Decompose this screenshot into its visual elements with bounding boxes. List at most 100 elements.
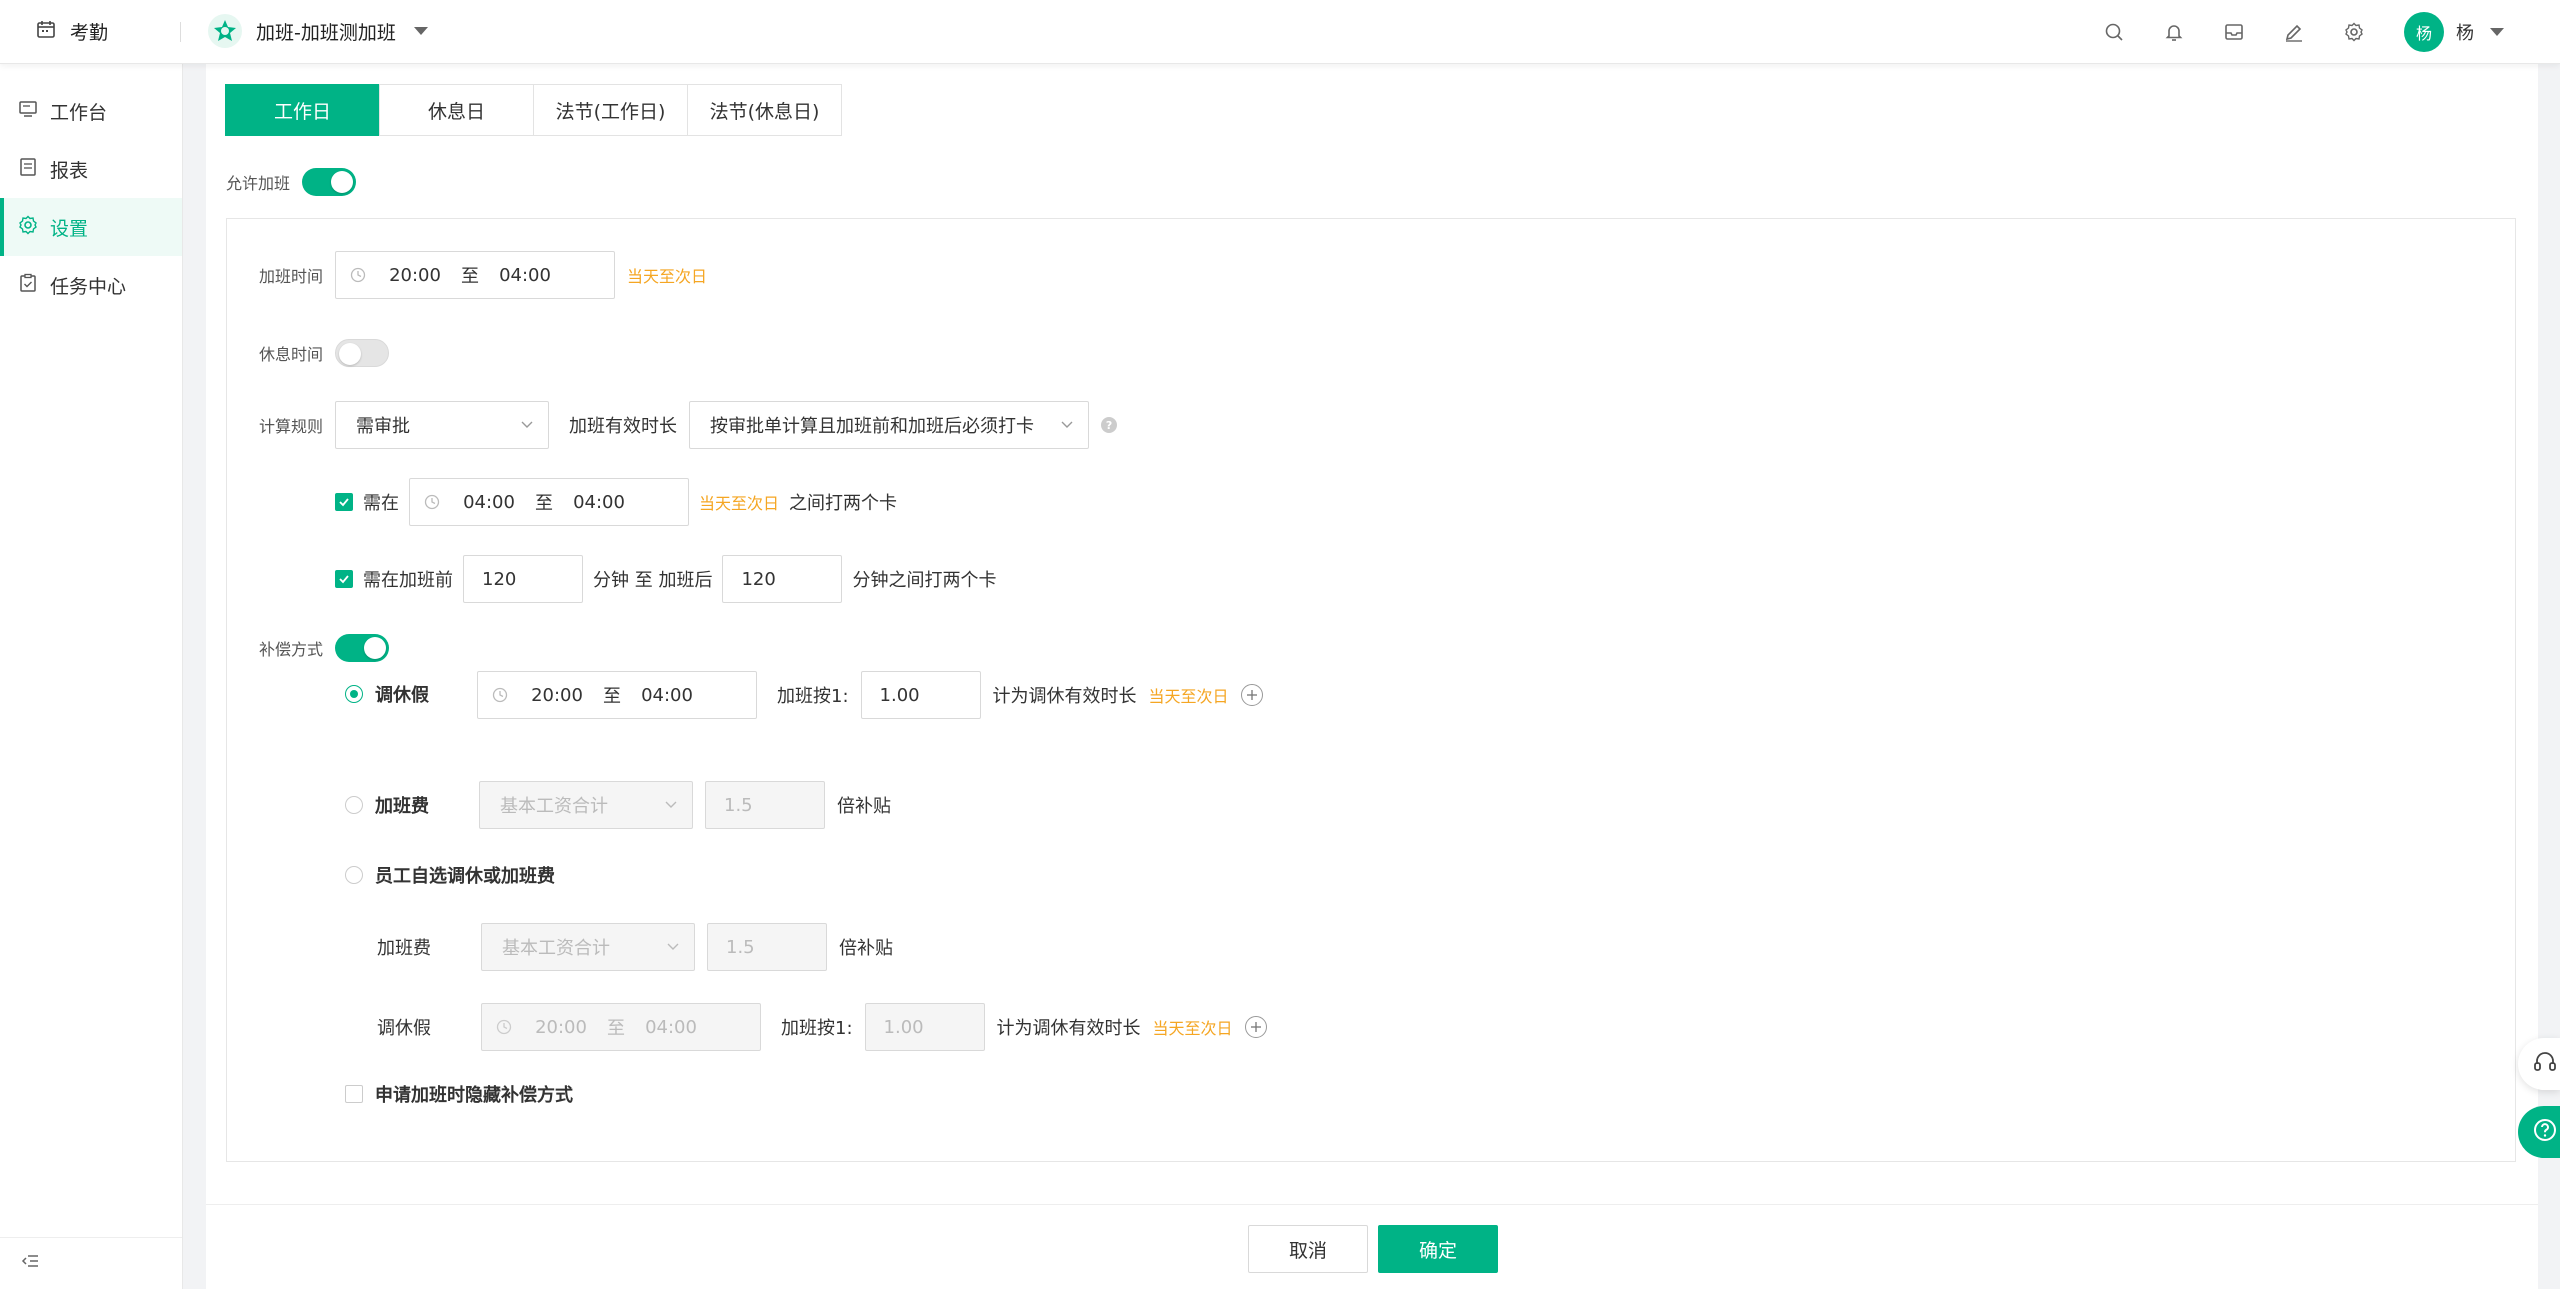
divider	[180, 22, 181, 42]
punch-rule1-label: 需在	[363, 493, 399, 514]
comp-leave-radio[interactable]	[345, 685, 363, 703]
chevron-down-icon	[413, 27, 428, 35]
end-time: 04:00	[641, 684, 693, 706]
user-menu[interactable]: 杨 杨	[2404, 12, 2504, 52]
ratio-label: 加班按1:	[781, 1018, 853, 1039]
cancel-button[interactable]: 取消	[1248, 1225, 1368, 1273]
choice-fee-label: 加班费	[377, 938, 431, 959]
cross-day-hint: 当天至次日	[1152, 1019, 1233, 1038]
allow-overtime-toggle[interactable]	[302, 168, 357, 196]
choice-leave-time-range[interactable]: 20:00 至 04:00	[481, 1003, 761, 1051]
fee-base-select[interactable]: 基本工资合计	[479, 781, 693, 829]
ratio-suffix: 计为调休有效时长	[996, 1018, 1141, 1039]
fee-multiplier-input[interactable]: 1.5	[705, 781, 825, 829]
search-icon[interactable]	[2084, 0, 2144, 64]
ratio-label: 加班按1:	[777, 686, 849, 707]
confirm-button[interactable]: 确定	[1378, 1225, 1498, 1273]
group-selector[interactable]: 加班-加班测加班	[208, 14, 428, 48]
clock-icon	[478, 687, 522, 703]
sidebar-item-label: 工作台	[50, 101, 108, 124]
avatar: 杨	[2404, 12, 2444, 52]
add-icon[interactable]	[1240, 684, 1263, 706]
clock-icon	[410, 494, 454, 510]
comp-fee-label: 加班费	[375, 796, 429, 817]
punch-rule2-label: 需在加班前	[363, 570, 453, 591]
tab-holiday-workday[interactable]: 法节(工作日)	[533, 84, 688, 136]
info-icon[interactable]: ?	[1101, 417, 1118, 433]
sidebar: 工作台 报表 设置 任务中心	[0, 64, 183, 1289]
edit-icon[interactable]	[2264, 0, 2324, 64]
fee-base-value: 基本工资合计	[502, 938, 610, 959]
sidebar-item-reports[interactable]: 报表	[0, 140, 182, 198]
tab-workday[interactable]: 工作日	[225, 84, 380, 136]
calc-rule-select[interactable]: 需审批	[335, 401, 550, 449]
choice-leave-label: 调休假	[377, 1018, 431, 1039]
choice-ratio-input[interactable]: 1.00	[864, 1003, 985, 1051]
cross-day-hint: 当天至次日	[627, 267, 708, 286]
sidebar-item-label: 报表	[50, 159, 89, 182]
chevron-down-icon	[1060, 415, 1074, 436]
end-time: 04:00	[645, 1016, 697, 1038]
comp-leave-time-range[interactable]: 20:00 至 04:00	[477, 671, 757, 719]
fee-suffix: 倍补贴	[839, 938, 893, 959]
rest-time-toggle[interactable]	[335, 339, 390, 367]
punch-rule2-checkbox[interactable]	[335, 570, 353, 588]
start-time: 20:00	[531, 684, 583, 706]
ratio-suffix: 计为调休有效时长	[992, 686, 1137, 707]
compensation-toggle[interactable]	[335, 634, 390, 662]
ratio-input[interactable]: 1.00	[860, 671, 981, 719]
chevron-down-icon	[2490, 28, 2504, 36]
allow-overtime-label: 允许加班	[226, 174, 291, 193]
rest-time-label: 休息时间	[259, 345, 324, 364]
collapse-sidebar-button[interactable]	[0, 1237, 182, 1289]
sidebar-item-workbench[interactable]: 工作台	[0, 82, 182, 140]
sidebar-item-tasks[interactable]: 任务中心	[0, 256, 182, 314]
start-time: 04:00	[463, 491, 515, 513]
clock-icon	[482, 1019, 526, 1035]
day-type-tabs: 工作日 休息日 法节(工作日) 法节(休息日)	[225, 84, 842, 136]
chevron-down-icon	[664, 795, 678, 816]
range-separator: 至	[607, 1018, 625, 1039]
top-bar: 考勤 加班-加班测加班 杨 杨	[0, 0, 2560, 64]
calc-rule-value: 需审批	[356, 416, 411, 437]
minutes-before-input[interactable]: 120	[463, 555, 583, 603]
punch-rule2-mid: 分钟 至 加班后	[593, 570, 713, 591]
minutes-after-input[interactable]: 120	[722, 555, 843, 603]
start-time: 20:00	[535, 1016, 587, 1038]
bell-icon[interactable]	[2144, 0, 2204, 64]
chevron-down-icon	[520, 415, 534, 436]
hide-compensation-checkbox[interactable]	[345, 1085, 363, 1103]
punch-rule1-checkbox[interactable]	[335, 493, 353, 511]
duration-select[interactable]: 按审批单计算且加班前和加班后必须打卡	[689, 401, 1090, 449]
inbox-icon[interactable]	[2204, 0, 2264, 64]
range-separator: 至	[461, 266, 480, 287]
app-switcher[interactable]: 考勤	[36, 18, 108, 45]
gear-icon	[18, 215, 38, 240]
app-name: 考勤	[70, 22, 109, 44]
end-time: 04:00	[573, 491, 625, 513]
add-icon[interactable]	[1244, 1016, 1267, 1038]
hide-compensation-label: 申请加班时隐藏补偿方式	[375, 1085, 573, 1106]
gear-icon[interactable]	[2324, 0, 2384, 64]
duration-value: 按审批单计算且加班前和加班后必须打卡	[710, 416, 1035, 437]
tab-holiday-restday[interactable]: 法节(休息日)	[687, 84, 842, 136]
collapse-icon	[20, 1251, 40, 1276]
sidebar-item-label: 设置	[50, 217, 89, 240]
fee-base-value: 基本工资合计	[500, 796, 608, 817]
report-icon	[18, 157, 38, 182]
cross-day-hint: 当天至次日	[699, 494, 780, 513]
fee-suffix: 倍补贴	[837, 796, 891, 817]
monitor-icon	[18, 99, 38, 124]
overtime-time-range[interactable]: 20:00 至 04:00	[335, 251, 616, 299]
end-time: 04:00	[499, 264, 551, 286]
footer-bar: 取消 确定	[206, 1204, 2538, 1289]
tab-restday[interactable]: 休息日	[379, 84, 534, 136]
choice-fee-multiplier-input[interactable]: 1.5	[707, 923, 827, 971]
comp-fee-radio[interactable]	[345, 796, 363, 814]
comp-choice-radio[interactable]	[345, 866, 363, 884]
punch-rule1-time-range[interactable]: 04:00 至 04:00	[409, 478, 689, 526]
workday-settings-box: 加班时间 20:00 至 04:00 当天至次日 休息时间 计算规则 需审批 加…	[226, 218, 2516, 1162]
sidebar-item-settings[interactable]: 设置	[0, 198, 182, 256]
choice-fee-base-select[interactable]: 基本工资合计	[481, 923, 695, 971]
sidebar-item-label: 任务中心	[50, 275, 127, 298]
